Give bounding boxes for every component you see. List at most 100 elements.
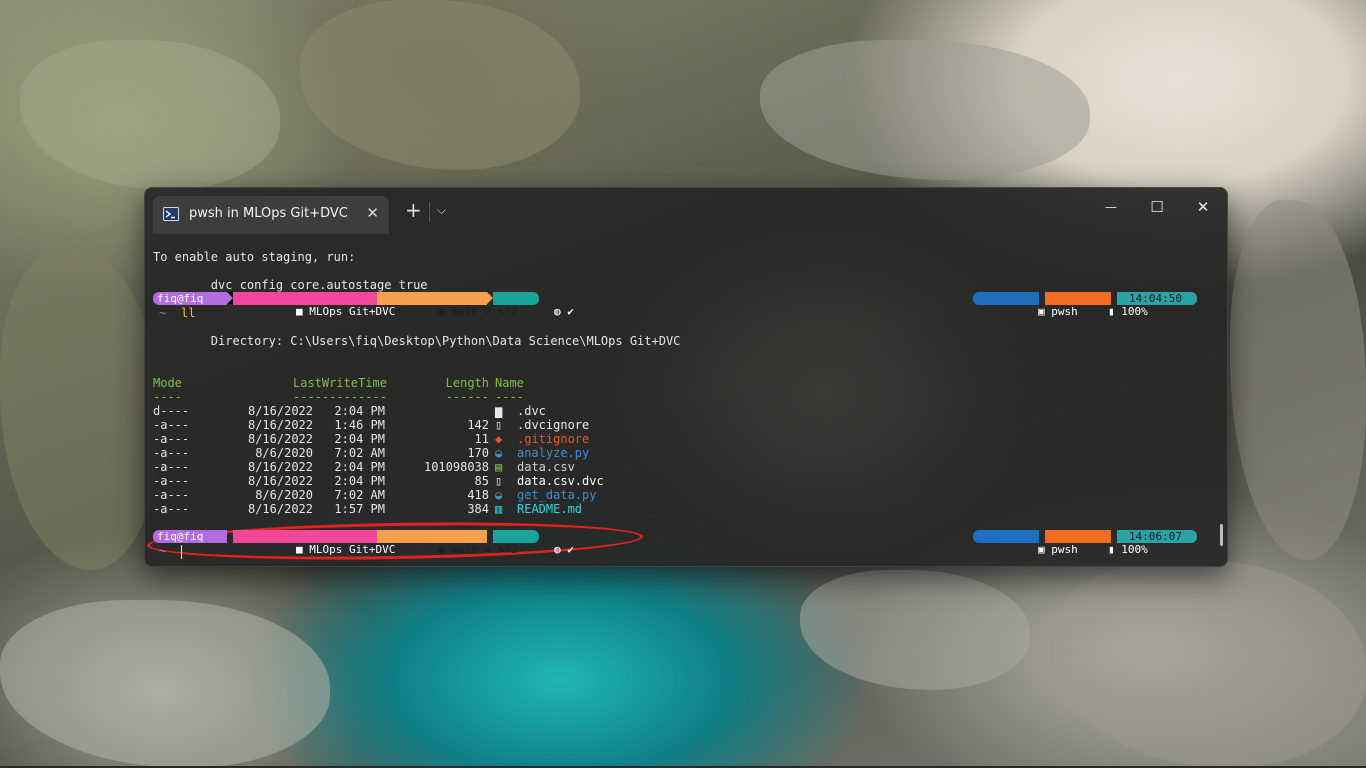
file-row: -a--- 8/16/2022 2:04 PM 85 ▯ data.csv.dvc [153, 474, 1219, 488]
file-icon: ▯ [495, 418, 503, 432]
header-mode: Mode [153, 376, 182, 390]
minimize-button[interactable]: — [1096, 200, 1126, 214]
prompt-folder: ■ MLOps Git+DVC [233, 530, 395, 556]
prompt-user: fiq@fiq [153, 530, 227, 543]
tab-title: pwsh in MLOps Git+DVC [189, 206, 348, 221]
file-time: 2:04 PM [334, 432, 385, 446]
scrollbar[interactable] [1220, 524, 1223, 546]
file-row: d---- 8/16/2022 2:04 PM ▆ .dvc [153, 404, 1219, 418]
prompt-git: ◉ main ≡ ✎?2 [377, 530, 517, 556]
maximize-button[interactable]: ☐ [1142, 198, 1172, 216]
wallpaper-rock [760, 40, 1090, 180]
file-mode: -a--- [153, 446, 190, 460]
file-date: 8/16/2022 [247, 474, 313, 488]
prompt-battery: ▮ 100% [1045, 530, 1148, 556]
file-row: -a--- 8/16/2022 1:57 PM 384 ▥ README.md [153, 502, 1219, 516]
file-length: 11 [474, 432, 489, 446]
close-window-button[interactable]: ✕ [1188, 198, 1218, 216]
file-name: .dvcignore [517, 418, 590, 432]
prompt-folder-label: MLOps Git+DVC [309, 305, 396, 318]
file-name: data.csv [517, 460, 575, 474]
file-icon: ▯ [495, 474, 503, 488]
file-time: 2:04 PM [334, 460, 385, 474]
github-icon: ◉ [437, 543, 452, 556]
file-date: 8/16/2022 [247, 432, 313, 446]
prompt-time: 14:04:50 [1117, 292, 1197, 305]
file-mode: -a--- [153, 432, 190, 446]
python-icon: ◒ [495, 446, 503, 460]
table-header: Mode LastWriteTime Length Name [153, 376, 1219, 390]
prompt-git: ◉ main ≡ ✎?2 [377, 292, 517, 318]
folder-icon: ■ [295, 543, 310, 556]
wallpaper-rock [1050, 560, 1366, 768]
file-length: 101098038 [423, 460, 489, 474]
header-name: Name [495, 376, 524, 390]
prompt-tilde: ~ [159, 306, 167, 320]
file-mode: -a--- [153, 502, 190, 516]
file-name: get_data.py [517, 488, 597, 502]
file-length: 384 [467, 502, 489, 516]
check-icon: ✔ [567, 305, 574, 318]
file-name: analyze.py [517, 446, 590, 460]
file-mode: -a--- [153, 460, 190, 474]
file-date: 8/16/2022 [247, 502, 313, 516]
prompt-shell: ▣ pwsh [973, 292, 1078, 318]
prompt-time: 14:06:07 [1117, 530, 1197, 543]
shield-icon: ◍ [553, 305, 568, 318]
file-mode: -a--- [153, 474, 190, 488]
prompt-status: ◍ ✔ [493, 530, 574, 556]
file-date: 8/6/2020 [255, 446, 313, 460]
file-name: README.md [517, 502, 583, 516]
file-name: .gitignore [517, 432, 590, 446]
prompt-folder: ■ MLOps Git+DVC [233, 292, 395, 318]
file-row: -a--- 8/6/2020 7:02 AM 170 ◒ analyze.py [153, 446, 1219, 460]
file-time: 7:02 AM [334, 488, 385, 502]
wallpaper-rock [0, 250, 160, 570]
output-line: dvc config core.autostage true [153, 278, 428, 292]
file-date: 8/16/2022 [247, 404, 313, 418]
underline-lastwrite: ------------- [293, 390, 387, 404]
title-bar: pwsh in MLOps Git+DVC ✕ + ⌵ — ☐ ✕ [145, 188, 1227, 234]
wallpaper-rock [1230, 200, 1366, 560]
prompt-line: fiq@fiq ■ MLOps Git+DVC ◉ main ≡ ✎?2 ◍ ✔… [153, 292, 1219, 318]
battery-icon: ▮ [1107, 543, 1122, 556]
file-row: -a--- 8/16/2022 2:04 PM 11 ◆ .gitignore [153, 432, 1219, 446]
prompt-status: ◍ ✔ [493, 292, 574, 318]
file-length: 170 [467, 446, 489, 460]
new-tab-button[interactable]: + [405, 200, 422, 220]
wallpaper-rock [0, 600, 330, 768]
underline-name: ---- [495, 390, 524, 404]
prompt-battery-label: 100% [1121, 305, 1148, 318]
chevron-down-icon[interactable]: ⌵ [437, 203, 446, 218]
file-length: 142 [467, 418, 489, 432]
directory-line: Directory: C:\Users\fiq\Desktop\Python\D… [153, 334, 681, 348]
battery-icon: ▮ [1107, 305, 1122, 318]
file-mode: d---- [153, 404, 190, 418]
prompt-tilde: ~ [159, 544, 167, 558]
folder-icon: ▆ [495, 404, 503, 418]
file-date: 8/16/2022 [247, 418, 313, 432]
text-cursor [181, 545, 182, 559]
powershell-icon [163, 207, 179, 221]
git-icon: ◆ [495, 432, 503, 446]
terminal-output[interactable]: To enable auto staging, run: dvc config … [146, 244, 1219, 564]
markdown-icon: ▥ [495, 502, 503, 516]
file-time: 2:04 PM [334, 404, 385, 418]
wallpaper-rock [20, 40, 280, 190]
prompt-battery-label: 100% [1121, 543, 1148, 556]
terminal-window: pwsh in MLOps Git+DVC ✕ + ⌵ — ☐ ✕ To ena… [144, 187, 1228, 567]
prompt-folder-label: MLOps Git+DVC [309, 543, 396, 556]
file-date: 8/6/2020 [255, 488, 313, 502]
file-time: 1:46 PM [334, 418, 385, 432]
file-name: .dvc [517, 404, 546, 418]
table-header-underline: ---- ------------- ------ ---- [153, 390, 1219, 404]
file-mode: -a--- [153, 418, 190, 432]
prompt-line: fiq@fiq ■ MLOps Git+DVC ◉ main ≡ ✎?2 ◍ ✔… [153, 530, 1219, 556]
file-row: -a--- 8/16/2022 1:46 PM 142 ▯ .dvcignore [153, 418, 1219, 432]
file-length: 85 [474, 474, 489, 488]
file-time: 7:02 AM [334, 446, 385, 460]
divider [429, 202, 430, 222]
file-time: 1:57 PM [334, 502, 385, 516]
tab-pwsh[interactable]: pwsh in MLOps Git+DVC ✕ [153, 196, 389, 234]
close-tab-icon[interactable]: ✕ [366, 204, 379, 222]
